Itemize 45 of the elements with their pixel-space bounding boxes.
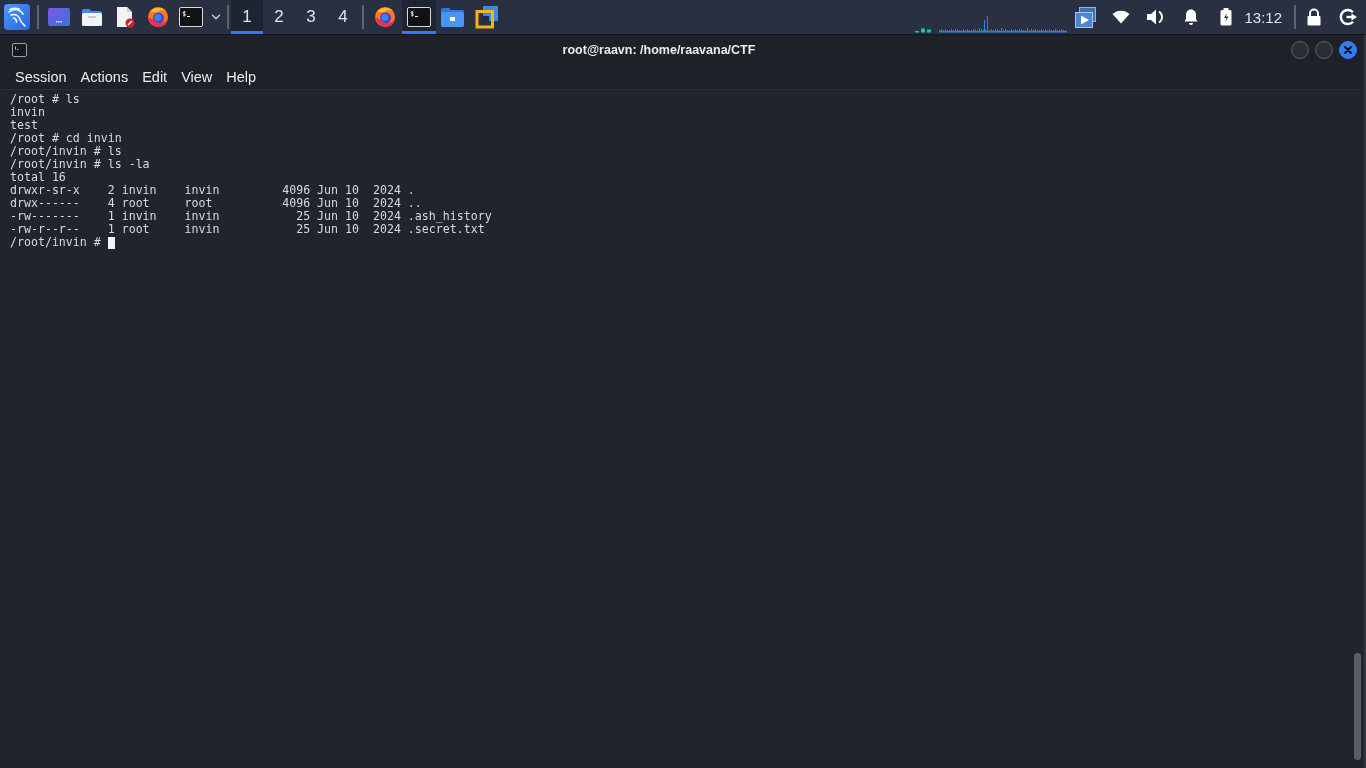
browser-icon[interactable]	[146, 6, 169, 28]
taskbar-clock[interactable]: 13:12	[1244, 8, 1282, 26]
document-edit-icon[interactable]	[114, 6, 135, 28]
terminal-line: total 16	[10, 171, 67, 184]
menu-item[interactable]: Actions	[80, 68, 129, 85]
folder-icon[interactable]	[80, 7, 103, 27]
workspace-tab[interactable]: 3	[295, 0, 327, 34]
scrollbar-thumb[interactable]	[1353, 653, 1361, 760]
menu-item[interactable]: Help	[226, 68, 257, 85]
dragon-logo-icon[interactable]	[4, 4, 30, 30]
terminal-icon	[12, 42, 27, 57]
window-title: root@raavn: /home/raavana/CTF	[561, 42, 757, 57]
terminal-line: /root/invin # ls	[10, 145, 123, 158]
battery-icon[interactable]	[1219, 8, 1232, 26]
menu-item[interactable]: View	[181, 68, 213, 85]
task-button[interactable]	[402, 0, 436, 34]
workspace-tab[interactable]: 1	[231, 0, 263, 34]
menu-item[interactable]: Session	[15, 68, 67, 85]
browser-icon	[374, 6, 396, 28]
terminal-line: /root/invin #	[10, 236, 102, 249]
terminal-line: invin	[10, 106, 46, 119]
terminal-icon	[407, 7, 431, 27]
play-screen-icon[interactable]	[1074, 6, 1097, 28]
terminal-line: /root/invin # ls -la	[10, 158, 151, 171]
logout-icon[interactable]	[1339, 8, 1357, 26]
terminal-line: /root # cd invin	[10, 132, 123, 145]
bell-icon[interactable]	[1182, 8, 1199, 26]
lock-icon[interactable]	[1306, 8, 1322, 26]
terminal-line: drwxr-sr-x 2 invin invin 4096 Jun 10 2024 .	[10, 184, 416, 197]
terminal-icon[interactable]	[178, 7, 203, 27]
terminal-line: /root # ls	[10, 93, 81, 106]
menu-item[interactable]: Edit	[142, 68, 168, 85]
terminal-line: test	[10, 119, 39, 132]
terminal-line: -rw-r--r-- 1 root invin 25 Jun 10 2024 .secret.txt	[10, 223, 485, 236]
volume-icon[interactable]	[1146, 8, 1166, 26]
workspace-tab[interactable]: 2	[263, 0, 295, 34]
close-icon	[1344, 45, 1352, 54]
squares-icon	[475, 5, 499, 29]
screen-icon[interactable]	[47, 8, 70, 26]
terminal-line: drwx------ 4 root root 4096 Jun 10 2024 ..	[10, 197, 423, 210]
wifi-icon[interactable]	[1111, 10, 1130, 24]
terminal-line: -rw------- 1 invin invin 25 Jun 10 2024 .ash_history	[10, 210, 493, 223]
close-button[interactable]	[1339, 40, 1357, 59]
workspace-tab[interactable]: 4	[327, 0, 359, 34]
folder-icon	[440, 6, 466, 28]
